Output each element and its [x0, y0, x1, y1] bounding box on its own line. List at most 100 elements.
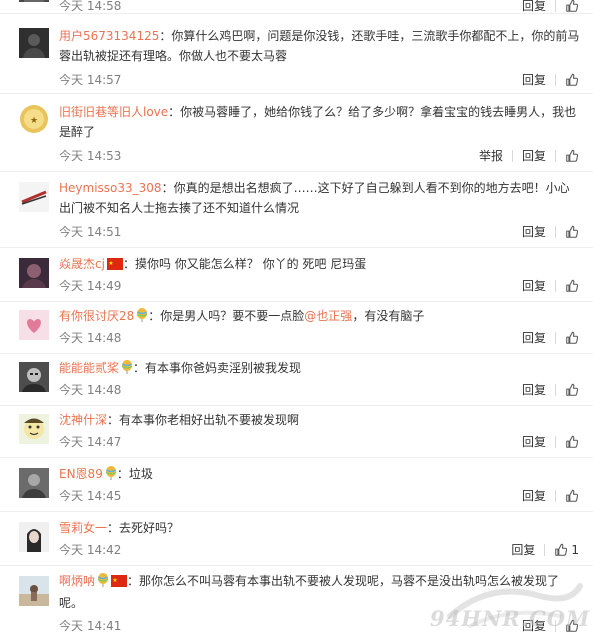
comment-item: 能能能贰桨 ：有本事你爸妈卖淫别被我发现 今天 14:48 回复 [0, 354, 593, 406]
flag-cn-icon: ★ [106, 256, 123, 276]
comment-text: ：有本事你老相好出轨不要被发现啊 [107, 413, 300, 427]
comment-username[interactable]: 焱晟杰cj [59, 257, 105, 271]
avatar[interactable] [19, 0, 49, 2]
comment-time: 今天 14:49 [59, 279, 122, 293]
reply-button[interactable]: 回复 [522, 278, 546, 294]
comment-username[interactable]: 啊炳呐 [59, 574, 95, 588]
like-button[interactable] [565, 149, 579, 163]
thumbs-up-icon [566, 73, 579, 86]
like-button[interactable] [565, 279, 579, 293]
like-button[interactable] [565, 489, 579, 503]
avatar[interactable] [19, 414, 49, 444]
comment-text-suffix: ，有没有脑子 [352, 309, 425, 323]
balloon-icon [97, 573, 109, 593]
comment-username[interactable]: 雪莉女一 [59, 521, 107, 535]
divider [555, 490, 556, 502]
comment-item: 沈神什深：有本事你老相好出轨不要被发现啊 今天 14:47 回复 [0, 406, 593, 458]
reply-button[interactable]: 回复 [522, 330, 546, 346]
comment-item: 今天 14:58 回复 [0, 0, 593, 14]
reply-button[interactable]: 回复 [522, 224, 546, 240]
like-button[interactable] [565, 0, 579, 13]
balloon-icon [105, 466, 117, 486]
comment-text: ：去死好吗？ [107, 521, 180, 535]
avatar[interactable]: ★ [19, 104, 49, 134]
comment-feed: 今天 14:58 回复 用户5673134125：你算什么鸡巴啊，问题是你没钱，… [0, 0, 593, 641]
svg-text:★: ★ [108, 260, 113, 267]
like-button[interactable] [565, 331, 579, 345]
comment-text: ：垃圾 [116, 467, 153, 481]
reply-button[interactable]: 回复 [522, 0, 546, 14]
thumbs-up-icon [566, 489, 579, 502]
reply-button[interactable]: 回复 [522, 488, 546, 504]
svg-text:★: ★ [112, 577, 117, 584]
divider [555, 436, 556, 448]
balloon-icon [121, 360, 133, 380]
thumbs-up-icon [566, 331, 579, 344]
avatar[interactable] [19, 468, 49, 498]
avatar[interactable] [19, 28, 49, 58]
comment-time: 今天 14:57 [59, 73, 122, 87]
avatar[interactable] [19, 258, 49, 288]
watermark-text: 94HNR.COM [430, 606, 591, 631]
reply-button[interactable]: 回复 [522, 434, 546, 450]
like-button[interactable] [565, 435, 579, 449]
reply-button[interactable]: 回复 [522, 382, 546, 398]
reply-button[interactable]: 回复 [522, 72, 546, 88]
comment-username[interactable]: 沈神什深 [59, 413, 107, 427]
comment-username[interactable]: Heymisso33_308 [59, 181, 162, 195]
divider [555, 226, 556, 238]
comment-text: ：摸你吗 你又能怎么样？ 你丫的 死吧 尼玛蛋 [122, 257, 367, 271]
comment-text: ：有本事你爸妈卖淫别被我发现 [133, 361, 302, 375]
comment-item: 用户5673134125：你算什么鸡巴啊，问题是你没钱，还歌手哇，三流歌手你都配… [0, 14, 593, 94]
report-button[interactable]: 举报 [479, 148, 503, 164]
comment-time: 今天 14:45 [59, 489, 122, 503]
like-button[interactable] [565, 225, 579, 239]
comment-item: EN恩89 ：垃圾 今天 14:45 回复 [0, 458, 593, 512]
comment-time: 今天 14:47 [59, 435, 122, 449]
comment-username[interactable]: 旧街旧巷等旧人love [59, 105, 168, 119]
avatar[interactable] [19, 310, 49, 340]
like-button[interactable]: 1 [554, 542, 579, 558]
divider [555, 332, 556, 344]
comment-text: ：你是男人吗？要不要一点脸 [148, 309, 305, 323]
thumbs-up-icon [566, 279, 579, 292]
avatar[interactable] [19, 362, 49, 392]
comment-username[interactable]: 有你很讨厌28 [59, 309, 134, 323]
reply-button[interactable]: 回复 [522, 148, 546, 164]
comment-item: ★ 旧街旧巷等旧人love：你被马蓉睡了，她给你钱了么？给了多少啊？拿着宝宝的钱… [0, 94, 593, 172]
avatar[interactable] [19, 182, 49, 212]
comment-time: 今天 14:41 [59, 619, 122, 633]
thumbs-up-icon [566, 0, 579, 12]
comment-time: 今天 14:48 [59, 331, 122, 345]
thumbs-up-icon [566, 383, 579, 396]
comment-time: 今天 14:58 [59, 0, 122, 13]
divider [555, 384, 556, 396]
like-button[interactable] [565, 73, 579, 87]
comment-time: 今天 14:51 [59, 225, 122, 239]
comment-username[interactable]: 能能能贰桨 [59, 361, 119, 375]
flag-cn-icon: ★ [111, 573, 128, 593]
balloon-icon [136, 308, 148, 328]
thumbs-up-icon [566, 149, 579, 162]
divider [555, 280, 556, 292]
comment-username[interactable]: 用户5673134125 [59, 29, 159, 43]
avatar[interactable] [19, 522, 49, 552]
mention-link[interactable]: @也正强 [304, 309, 352, 323]
divider [555, 150, 556, 162]
comment-time: 今天 14:42 [59, 543, 122, 557]
thumbs-up-icon [566, 435, 579, 448]
like-button[interactable] [565, 383, 579, 397]
comment-text: ：那你怎么不叫马蓉有本事出轨不要被人发现呢，马蓉不是没出轨吗怎么被发现了呢。 [59, 574, 560, 610]
comment-time: 今天 14:48 [59, 383, 122, 397]
avatar[interactable] [19, 576, 49, 606]
svg-text:★: ★ [30, 116, 38, 126]
divider [555, 0, 556, 12]
divider [544, 544, 546, 556]
like-count: 1 [571, 543, 579, 557]
comment-item: 焱晟杰cj ★ ：摸你吗 你又能怎么样？ 你丫的 死吧 尼玛蛋 今天 14:49 回… [0, 248, 593, 302]
comment-item: 有你很讨厌28 ：你是男人吗？要不要一点脸@也正强，有没有脑子 今天 14:48 … [0, 302, 593, 354]
comment-username[interactable]: EN恩89 [59, 467, 103, 481]
reply-button[interactable]: 回复 [511, 542, 535, 558]
comment-item: 雪莉女一：去死好吗？ 今天 14:42 回复 1 [0, 512, 593, 566]
comment-item: Heymisso33_308：你真的是想出名想疯了……这下好了自己躲到人看不到你… [0, 172, 593, 248]
